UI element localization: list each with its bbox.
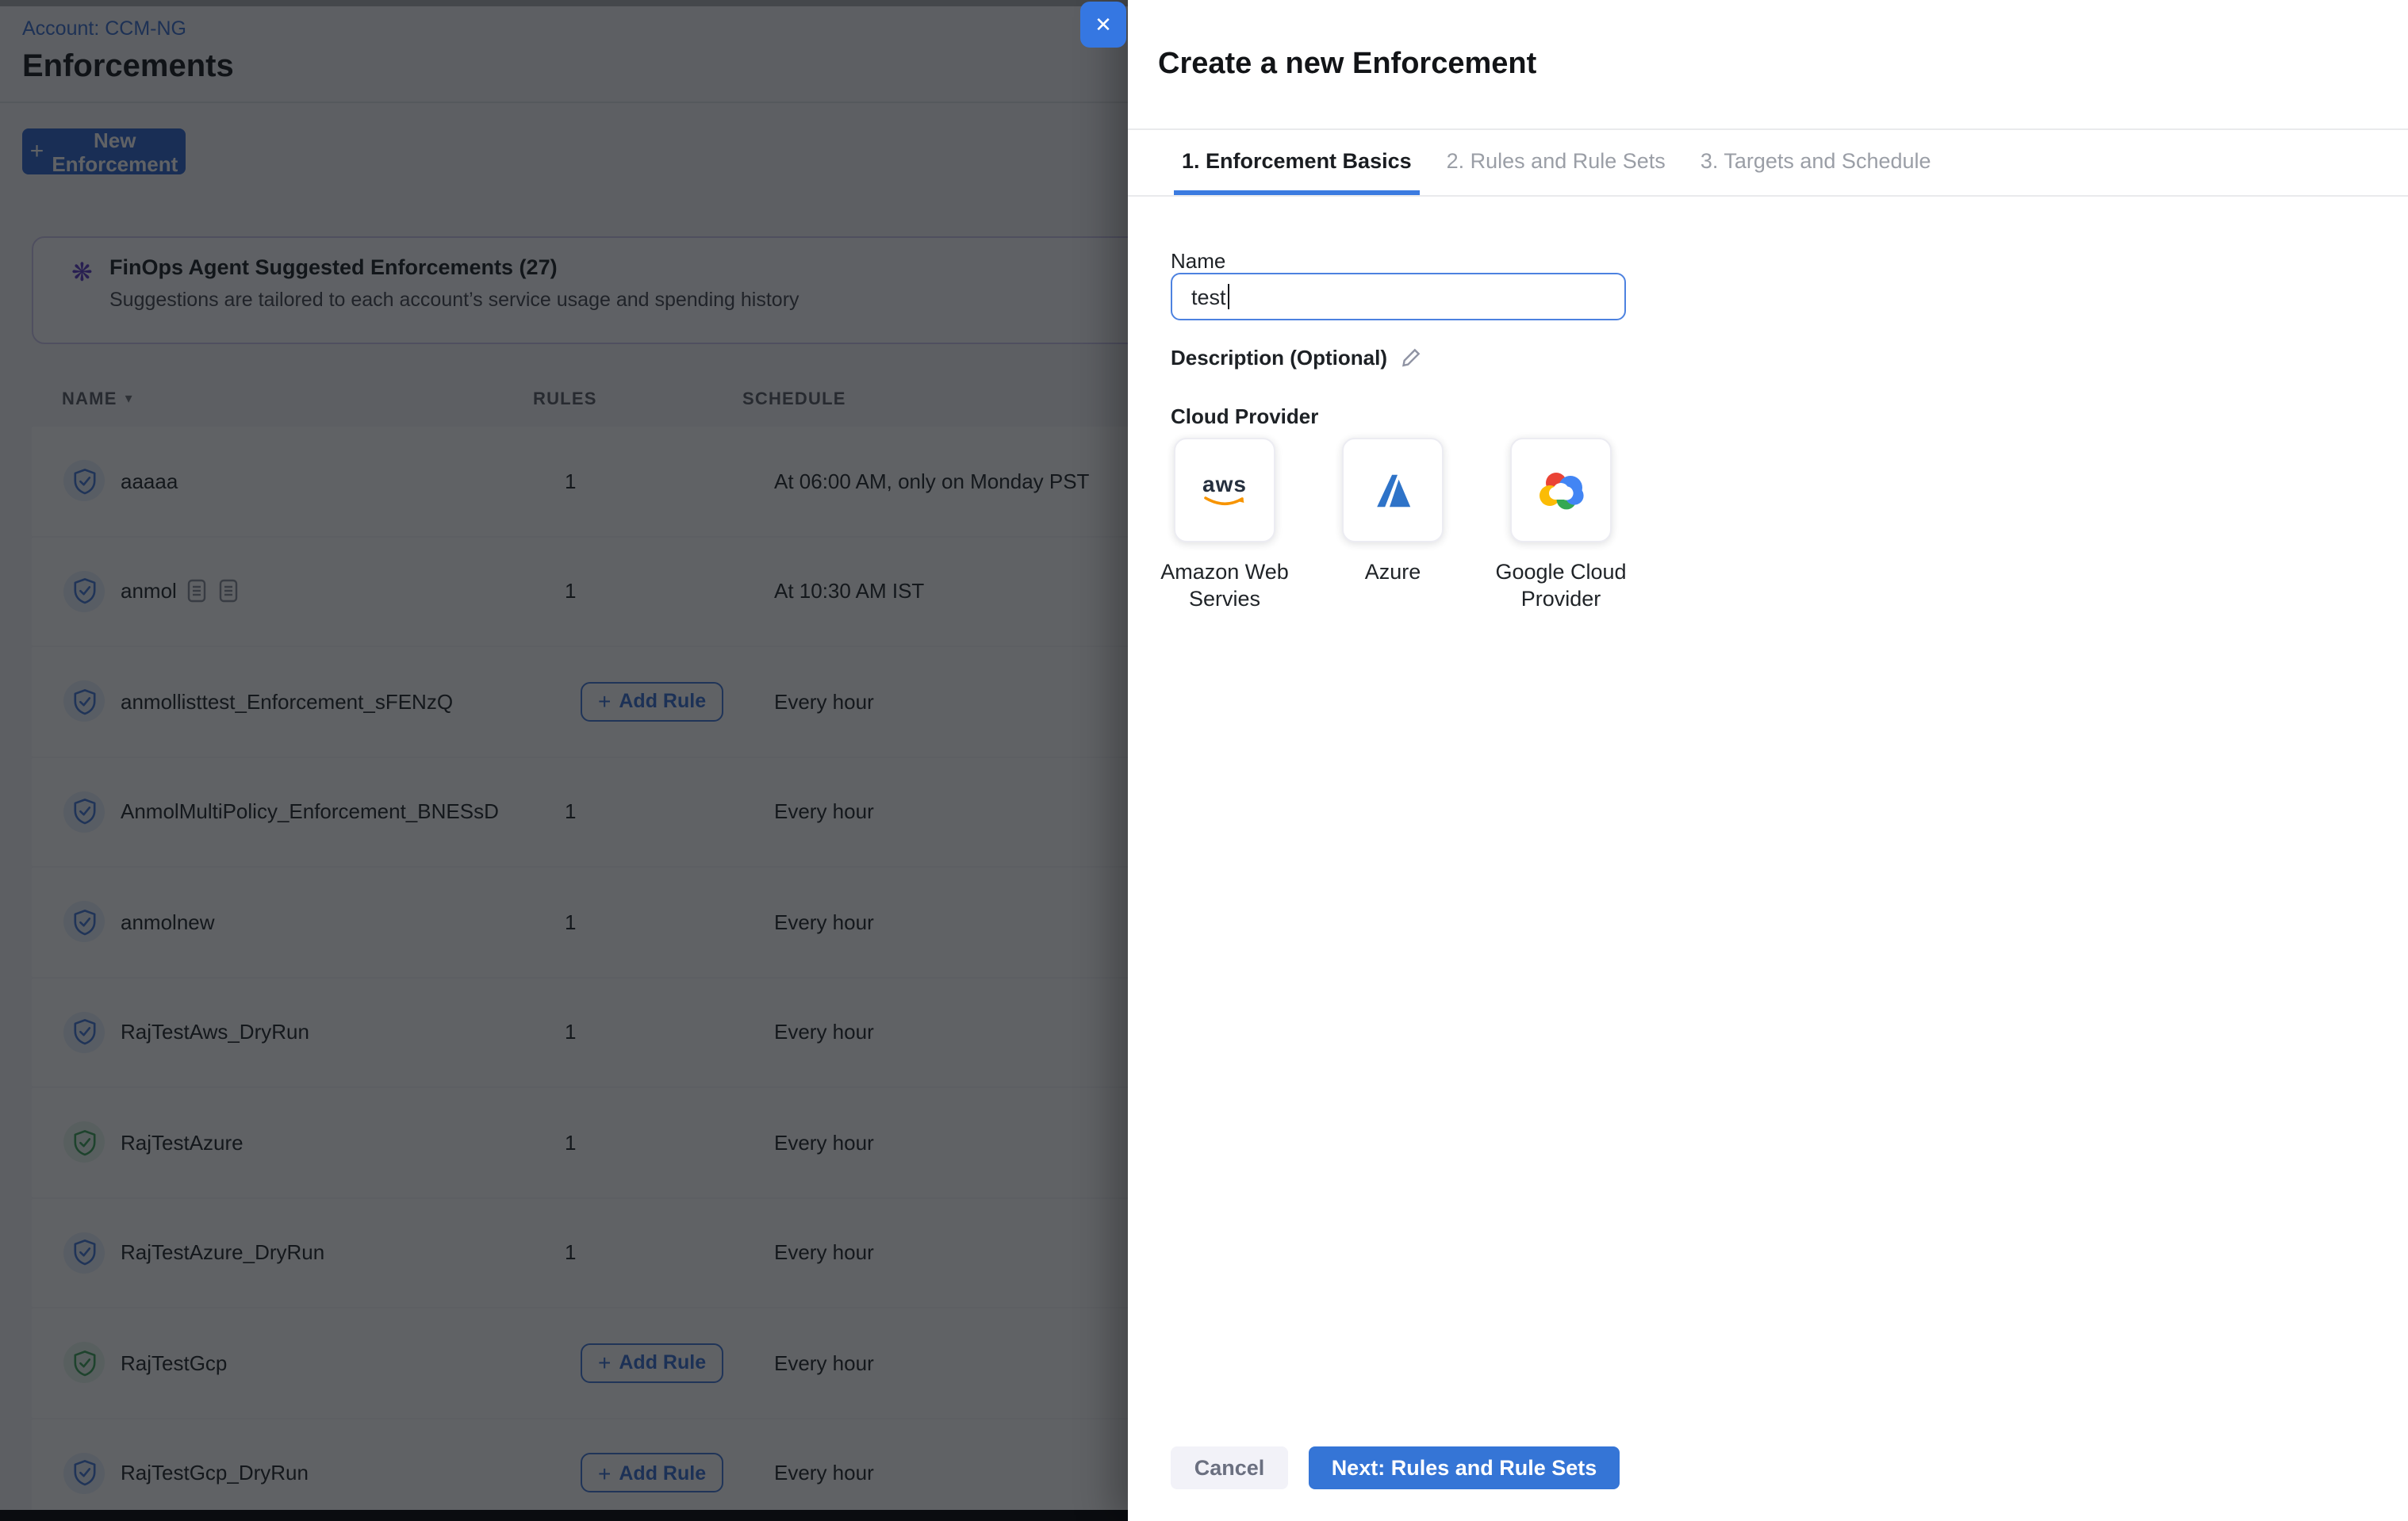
aws-logo-icon: aws	[1201, 472, 1248, 508]
close-drawer-button[interactable]: ✕	[1080, 2, 1126, 48]
gcp-logo-icon	[1536, 469, 1586, 511]
cloud-provider-label: Cloud Provider	[1171, 404, 1318, 428]
wizard-tabs: 1. Enforcement Basics 2. Rules and Rule …	[1128, 130, 2408, 197]
name-label: Name	[1171, 249, 1225, 273]
tab-rules-and-rule-sets[interactable]: 2. Rules and Rule Sets	[1439, 130, 1674, 195]
close-icon: ✕	[1095, 12, 1112, 37]
provider-card-gcp[interactable]	[1510, 438, 1612, 542]
cancel-button[interactable]: Cancel	[1171, 1446, 1288, 1489]
app-root: Account: CCM-NG Enforcements + New Enfor…	[0, 0, 2408, 1521]
tab-enforcement-basics[interactable]: 1. Enforcement Basics	[1174, 130, 1420, 195]
provider-card-aws[interactable]: aws	[1174, 438, 1275, 542]
next-rules-button[interactable]: Next: Rules and Rule Sets	[1309, 1446, 1620, 1489]
provider-label-gcp: Google Cloud Provider	[1474, 558, 1648, 612]
name-input[interactable]: test	[1171, 273, 1626, 320]
provider-label-aws: Amazon Web Servies	[1137, 558, 1312, 612]
description-label: Description (Optional)	[1171, 346, 1421, 370]
tab-targets-and-schedule[interactable]: 3. Targets and Schedule	[1693, 130, 1939, 195]
azure-logo-icon	[1371, 469, 1414, 511]
provider-card-azure[interactable]	[1342, 438, 1444, 542]
edit-pencil-icon[interactable]	[1400, 347, 1421, 368]
text-cursor	[1228, 284, 1230, 309]
provider-label-azure: Azure	[1306, 558, 1480, 585]
name-input-value: test	[1191, 285, 1226, 308]
drawer-title: Create a new Enforcement	[1158, 48, 1536, 82]
create-enforcement-drawer: ✕ Create a new Enforcement 1. Enforcemen…	[1128, 0, 2408, 1521]
